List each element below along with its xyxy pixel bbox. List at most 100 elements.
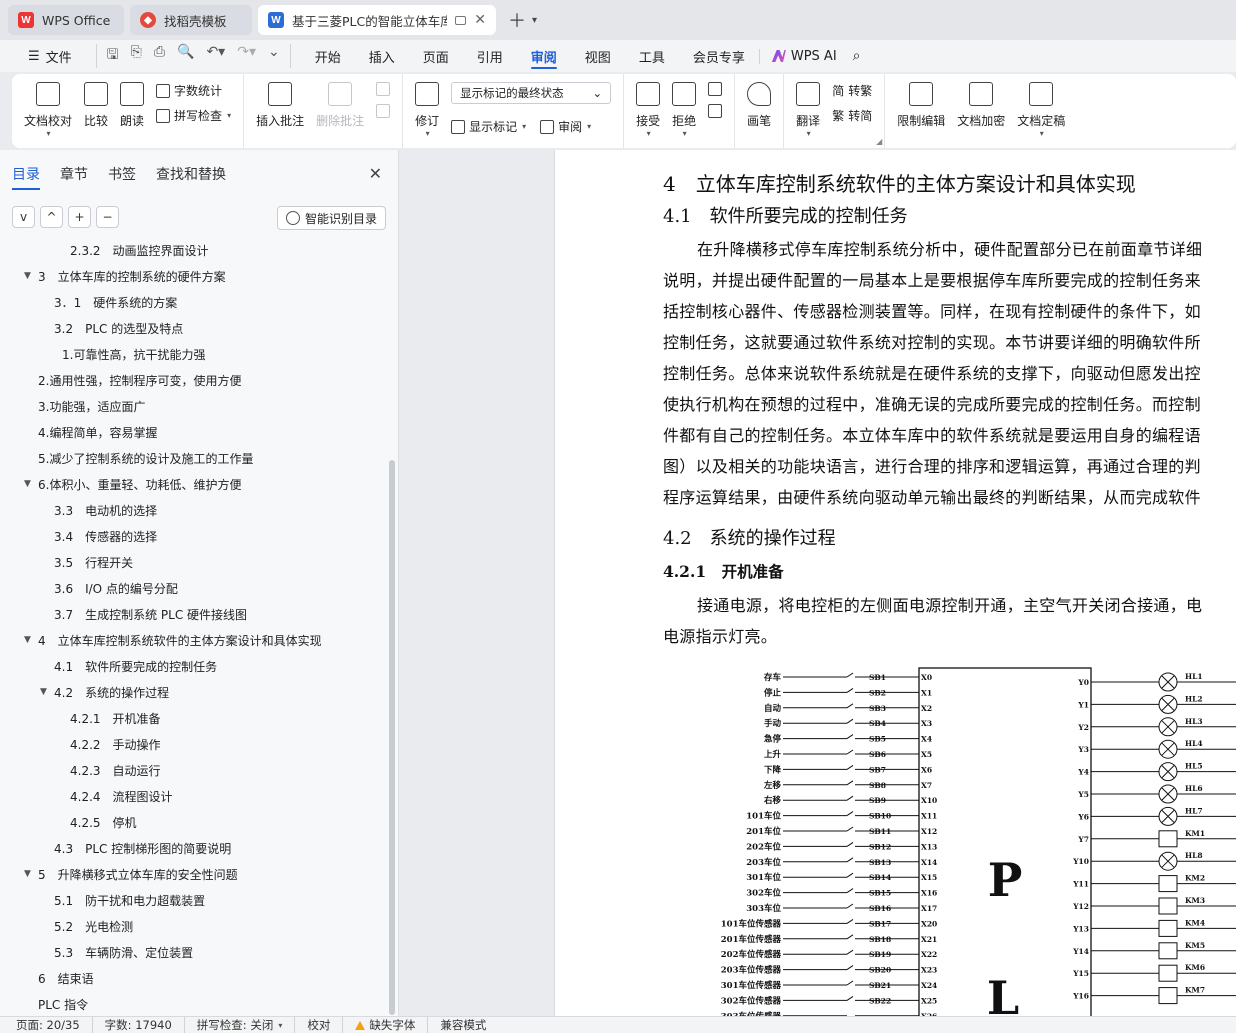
- show-markup-button[interactable]: 显示标记 ▾: [451, 118, 526, 135]
- toc-item[interactable]: 5.减少了控制系统的设计及施工的工作量: [38, 446, 253, 470]
- more-chevron-icon[interactable]: ⌄: [268, 44, 280, 68]
- tab-toc[interactable]: 目录: [12, 164, 40, 190]
- toc-item[interactable]: 4.3 PLC 控制梯形图的简要说明: [54, 836, 231, 860]
- toc-item[interactable]: ▼ 5 升降横移式立体车库的安全性问题: [24, 862, 238, 886]
- word-count-indicator[interactable]: 字数: 17940: [105, 1017, 185, 1033]
- toc-item[interactable]: 5.1 防干扰和电力超载装置: [54, 888, 205, 912]
- page-indicator[interactable]: 页面: 20/35: [16, 1017, 93, 1033]
- next-change-button[interactable]: [708, 104, 723, 118]
- menu-page[interactable]: 页面: [409, 40, 463, 72]
- tab-find-replace[interactable]: 查找和替换: [156, 164, 226, 190]
- toc-item[interactable]: 5.3 车辆防滑、定位装置: [54, 940, 193, 964]
- spell-check-button[interactable]: 拼写检查 ▾: [156, 107, 231, 124]
- menu-tools[interactable]: 工具: [625, 40, 679, 72]
- tab-daoke-templates[interactable]: ◆ 找稻壳模板: [130, 5, 252, 35]
- menu-references[interactable]: 引用: [463, 40, 517, 72]
- print-preview-icon[interactable]: 🔍: [177, 44, 194, 68]
- menu-member[interactable]: 会员专享: [679, 40, 759, 72]
- to-traditional-button[interactable]: 简转繁: [832, 82, 872, 99]
- toc-item[interactable]: 4.编程简单，容易掌握: [38, 420, 157, 444]
- finalize-button[interactable]: 文档定稿 ▾: [1011, 82, 1071, 138]
- smart-toc-button[interactable]: 智能识别目录: [276, 206, 386, 230]
- redo-icon[interactable]: ↷▾: [237, 44, 256, 68]
- tab-wps-office[interactable]: W WPS Office: [8, 5, 124, 35]
- menu-view[interactable]: 视图: [571, 40, 625, 72]
- doc-check-button[interactable]: 文档校对 ▾: [18, 82, 78, 138]
- plus-icon[interactable]: ＋: [508, 7, 526, 33]
- wps-ai-button[interactable]: WPS AI: [758, 48, 849, 64]
- compare-button[interactable]: 比较: [78, 82, 114, 129]
- toc-item[interactable]: PLC 指令: [38, 992, 88, 1016]
- expand-triangle-icon[interactable]: ▼: [24, 271, 38, 281]
- add-heading-button[interactable]: +: [68, 206, 91, 228]
- toc-item[interactable]: 4.2.5 停机: [70, 810, 137, 834]
- close-panel-icon[interactable]: ✕: [369, 164, 382, 183]
- expand-triangle-icon[interactable]: ▼: [24, 869, 38, 879]
- group-launcher-icon[interactable]: ◢: [876, 137, 882, 146]
- toc-item[interactable]: ▼ 6.体积小、重量轻、功耗低、维护方便: [24, 472, 241, 496]
- tab-sections[interactable]: 章节: [60, 164, 88, 190]
- toc-item[interactable]: 4.2.4 流程图设计: [70, 784, 173, 808]
- toc-item[interactable]: 5.2 光电检测: [54, 914, 133, 938]
- toc-item[interactable]: 4.2.1 开机准备: [70, 706, 161, 730]
- previous-comment-button[interactable]: [376, 82, 391, 96]
- translate-button[interactable]: 翻译 ▾: [790, 82, 826, 138]
- compat-mode-indicator[interactable]: 兼容模式: [440, 1017, 498, 1033]
- missing-font-indicator[interactable]: 缺失字体: [355, 1017, 429, 1033]
- toc-item[interactable]: 4.1 软件所要完成的控制任务: [54, 654, 217, 678]
- toc-item[interactable]: 3.3 电动机的选择: [54, 498, 157, 522]
- toc-item[interactable]: 2.通用性强，控制程序可变，使用方便: [38, 368, 241, 392]
- search-icon[interactable]: ⌕: [853, 48, 861, 64]
- print-icon[interactable]: ⎙: [154, 44, 165, 68]
- export-icon[interactable]: ⎘: [131, 44, 142, 68]
- document-page[interactable]: 4 立体车库控制系统软件的主体方案设计和具体实现 4.1 软件所要完成的控制任务…: [554, 150, 1236, 1016]
- toc-item[interactable]: 3.功能强，适应面广: [38, 394, 145, 418]
- new-tab-button[interactable]: ＋ ▾: [508, 7, 537, 33]
- tab-document[interactable]: W 基于三菱PLC的智能立体车库控 ✕: [258, 5, 496, 35]
- toc-item[interactable]: 3．1 硬件系统的方案: [54, 290, 177, 314]
- menu-insert[interactable]: 插入: [355, 40, 409, 72]
- toc-item[interactable]: 6 结束语: [38, 966, 94, 990]
- toc-item[interactable]: ▼ 4 立体车库控制系统软件的主体方案设计和具体实现: [24, 628, 322, 652]
- toc-item[interactable]: 3.4 传感器的选择: [54, 524, 157, 548]
- review-pane-button[interactable]: 审阅 ▾: [540, 118, 591, 135]
- pen-button[interactable]: 画笔: [741, 82, 777, 129]
- toc-scrollbar[interactable]: [389, 460, 395, 1015]
- revise-button[interactable]: 修订 ▾: [409, 82, 445, 138]
- toc-item[interactable]: 1.可靠性高，抗干扰能力强: [62, 342, 205, 366]
- to-simplified-button[interactable]: 繁转简: [832, 107, 872, 124]
- toc-item[interactable]: ▼ 3 立体车库的控制系统的硬件方案: [24, 264, 226, 288]
- toc-item[interactable]: 3.5 行程开关: [54, 550, 133, 574]
- spell-check-indicator[interactable]: 拼写检查: 关闭 ▾: [197, 1017, 296, 1033]
- restrict-edit-button[interactable]: 限制编辑: [891, 82, 951, 129]
- save-icon[interactable]: 🖫: [107, 44, 119, 68]
- next-comment-button[interactable]: [376, 104, 391, 118]
- tab-bookmarks[interactable]: 书签: [108, 164, 136, 190]
- toc-item[interactable]: 3.6 I/O 点的编号分配: [54, 576, 178, 600]
- accept-button[interactable]: 接受 ▾: [630, 82, 666, 138]
- delete-comment-button[interactable]: 删除批注: [310, 82, 370, 129]
- read-aloud-button[interactable]: 朗读: [114, 82, 150, 129]
- proof-indicator[interactable]: 校对: [307, 1017, 344, 1033]
- expand-triangle-icon[interactable]: ▼: [24, 479, 38, 489]
- markup-state-select[interactable]: 显示标记的最终状态 ⌄: [451, 82, 612, 104]
- file-menu[interactable]: ☰ 文件: [14, 40, 86, 72]
- close-tab-icon[interactable]: ✕: [474, 12, 486, 28]
- reject-button[interactable]: 拒绝 ▾: [666, 82, 702, 138]
- expand-triangle-icon[interactable]: ▼: [24, 635, 38, 645]
- toc-item[interactable]: 4.2.3 自动运行: [70, 758, 161, 782]
- toc-item[interactable]: 4.2.2 手动操作: [70, 732, 161, 756]
- undo-icon[interactable]: ↶▾: [206, 44, 225, 68]
- toc-item[interactable]: ▼ 4.2 系统的操作过程: [40, 680, 169, 704]
- encrypt-button[interactable]: 文档加密: [951, 82, 1011, 129]
- menu-start[interactable]: 开始: [301, 40, 355, 72]
- previous-change-button[interactable]: [708, 82, 723, 96]
- monitor-icon[interactable]: [455, 15, 467, 25]
- toc-item[interactable]: 2.3.2 动画监控界面设计: [70, 240, 209, 262]
- insert-comment-button[interactable]: 插入批注: [250, 82, 310, 129]
- word-count-button[interactable]: 字数统计: [156, 82, 231, 99]
- remove-heading-button[interactable]: −: [96, 206, 119, 228]
- chevron-down-icon[interactable]: ▾: [532, 15, 537, 26]
- toc-item[interactable]: 3.2 PLC 的选型及特点: [54, 316, 183, 340]
- expand-triangle-icon[interactable]: ▼: [40, 687, 54, 697]
